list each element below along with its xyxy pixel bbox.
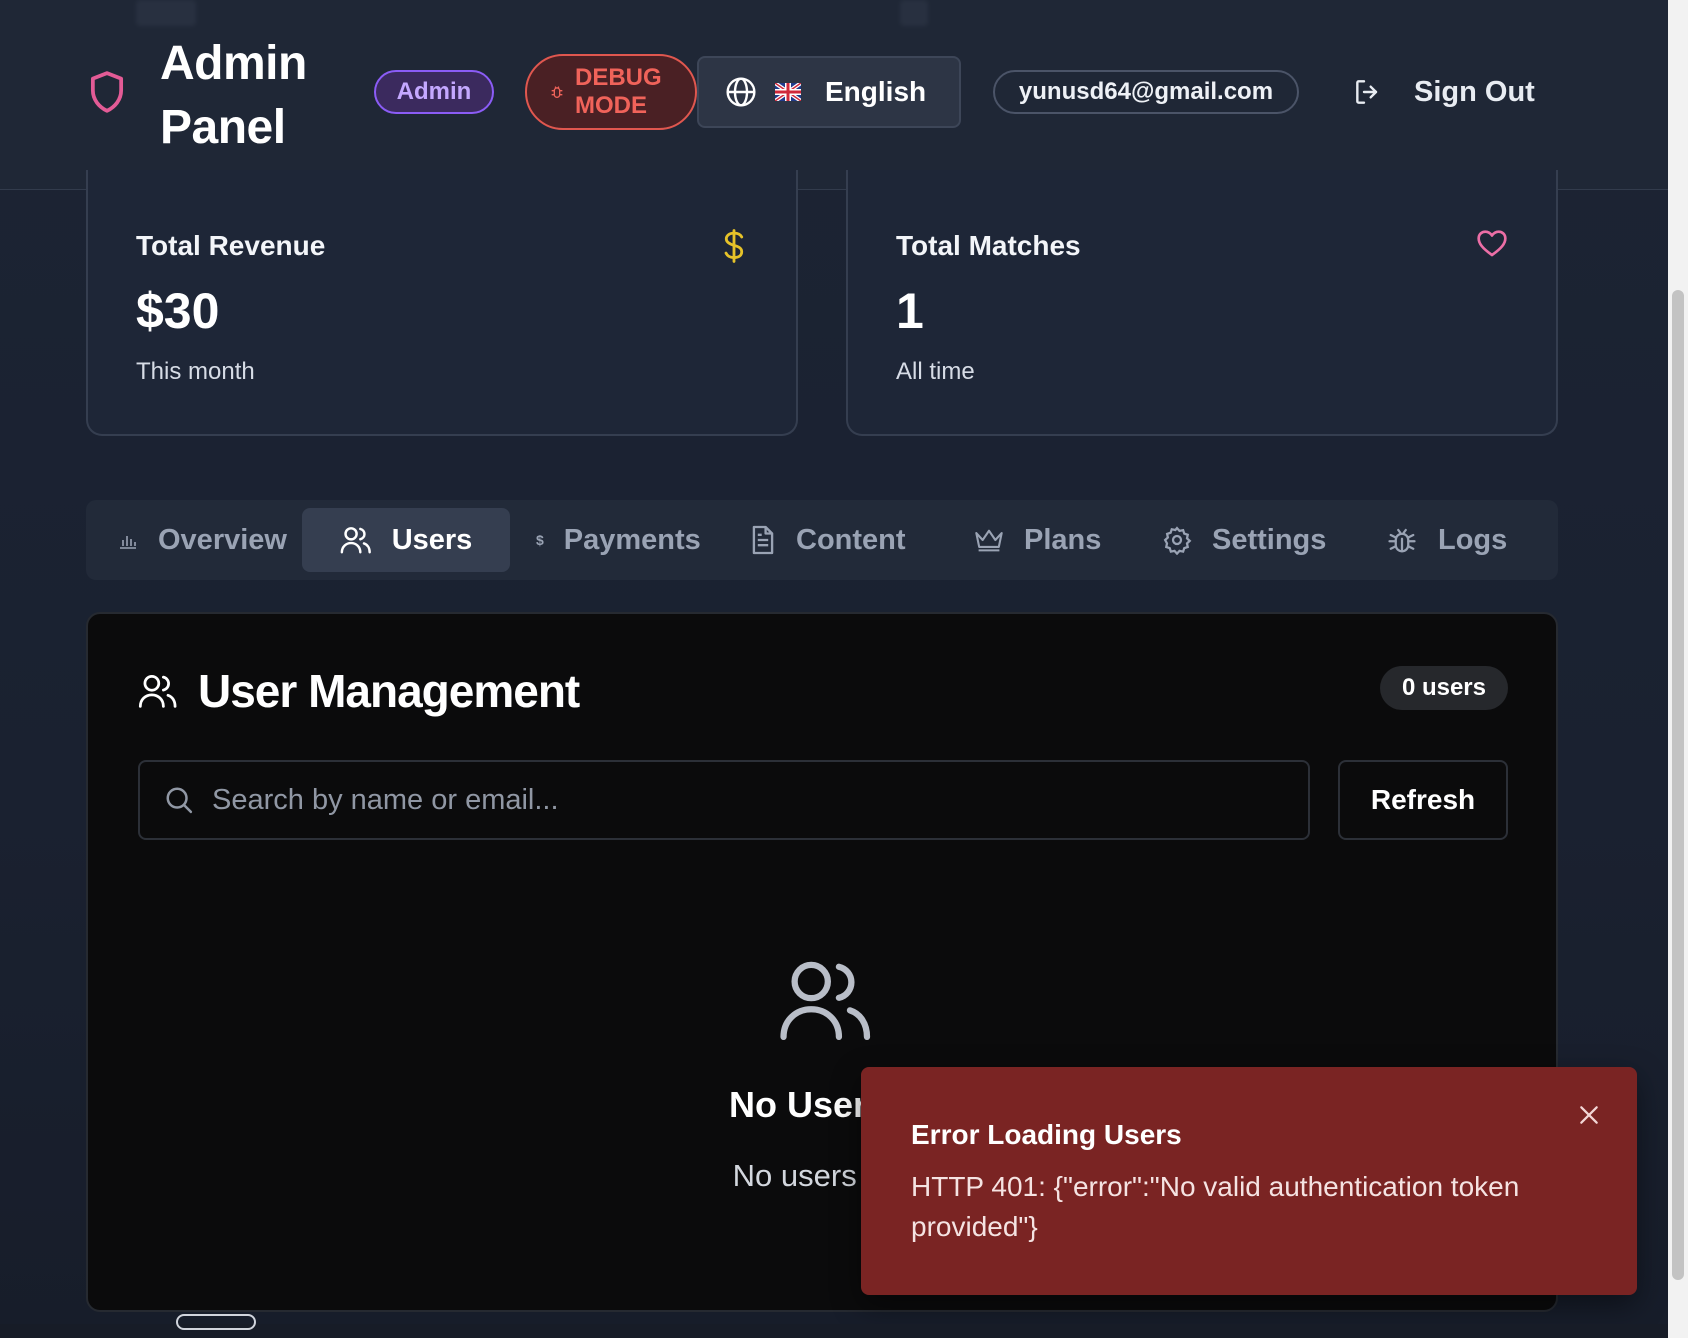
stat-value: 1 <box>896 283 924 339</box>
crown-icon <box>975 529 1003 552</box>
tab-logs[interactable]: Logs <box>1368 508 1525 572</box>
sign-out-label: Sign Out <box>1414 75 1535 108</box>
search-icon <box>166 787 193 814</box>
tab-label: Overview <box>158 523 287 556</box>
scrolled-content-ghost <box>136 0 196 26</box>
heart-icon <box>1477 230 1507 257</box>
stat-value: $30 <box>136 283 220 339</box>
home-indicator <box>176 1314 256 1330</box>
globe-icon <box>726 77 756 107</box>
users-icon <box>780 961 871 1041</box>
admin-tabs: Overview Users $ Payments Content Plans … <box>86 500 1558 580</box>
uk-flag-icon <box>775 83 801 101</box>
dollar-icon: $ <box>536 532 544 548</box>
stat-label: Total Matches <box>896 230 1081 261</box>
users-icon <box>138 675 177 708</box>
tab-label: Plans <box>1024 523 1102 556</box>
sign-out-button[interactable]: Sign Out <box>1352 66 1535 118</box>
sign-out-icon <box>1356 80 1378 104</box>
scrollbar-thumb[interactable] <box>1672 290 1684 1280</box>
panel-title-label: User Management <box>198 665 580 717</box>
debug-mode-badge: DEBUG MODE <box>525 54 697 130</box>
toast-message: HTTP 401: {"error":"No valid authenticat… <box>911 1171 1520 1242</box>
shield-icon <box>90 71 124 113</box>
tab-users[interactable]: Users <box>302 508 510 572</box>
bug-icon <box>1388 528 1416 553</box>
tab-content[interactable]: Content <box>732 508 924 572</box>
panel-title: User Management <box>138 664 580 718</box>
toast-close-button[interactable] <box>1569 1095 1609 1135</box>
tab-label: Logs <box>1438 523 1508 556</box>
search-box <box>138 760 1310 840</box>
bar-chart-icon <box>120 536 136 549</box>
tab-label: Settings <box>1212 523 1327 556</box>
tab-plans[interactable]: Plans <box>956 508 1119 572</box>
tab-label: Content <box>796 523 906 556</box>
close-icon <box>1580 1106 1598 1124</box>
dollar-icon <box>724 229 744 263</box>
tab-overview[interactable]: Overview <box>100 508 305 572</box>
refresh-button[interactable]: Refresh <box>1338 760 1508 840</box>
stat-subtext: All time <box>896 358 975 385</box>
user-count-badge: 0 users <box>1379 666 1508 710</box>
app-title: Admin Panel <box>160 37 307 154</box>
debug-mode-label: DEBUG MODE <box>575 64 662 119</box>
tab-label: Payments <box>563 523 701 556</box>
scrollbar-track[interactable] <box>1668 0 1688 1338</box>
search-input[interactable] <box>212 783 1292 817</box>
gear-icon <box>1163 526 1192 555</box>
scrolled-content-ghost <box>900 0 928 26</box>
users-icon <box>340 527 371 554</box>
document-icon <box>752 525 774 555</box>
stat-card-matches: Total Matches 1 All time <box>846 170 1558 436</box>
app-header: Admin Panel Admin DEBUG MODE English yun… <box>0 0 1668 190</box>
language-selector[interactable]: English <box>697 56 961 128</box>
tab-settings[interactable]: Settings <box>1144 508 1344 572</box>
user-email: yunusd64@gmail.com <box>993 70 1299 114</box>
stat-card-revenue: Total Revenue $30 This month <box>86 170 798 436</box>
tab-label: Users <box>391 523 473 556</box>
error-toast: Error Loading Users HTTP 401: {"error":"… <box>861 1067 1637 1295</box>
stat-subtext: This month <box>136 358 255 385</box>
stat-label: Total Revenue <box>136 230 326 261</box>
admin-badge: Admin <box>374 70 494 114</box>
bug-icon <box>551 86 563 98</box>
language-label: English <box>825 76 927 107</box>
tab-payments[interactable]: $ Payments <box>518 508 719 572</box>
toast-title: Error Loading Users <box>911 1119 1182 1150</box>
